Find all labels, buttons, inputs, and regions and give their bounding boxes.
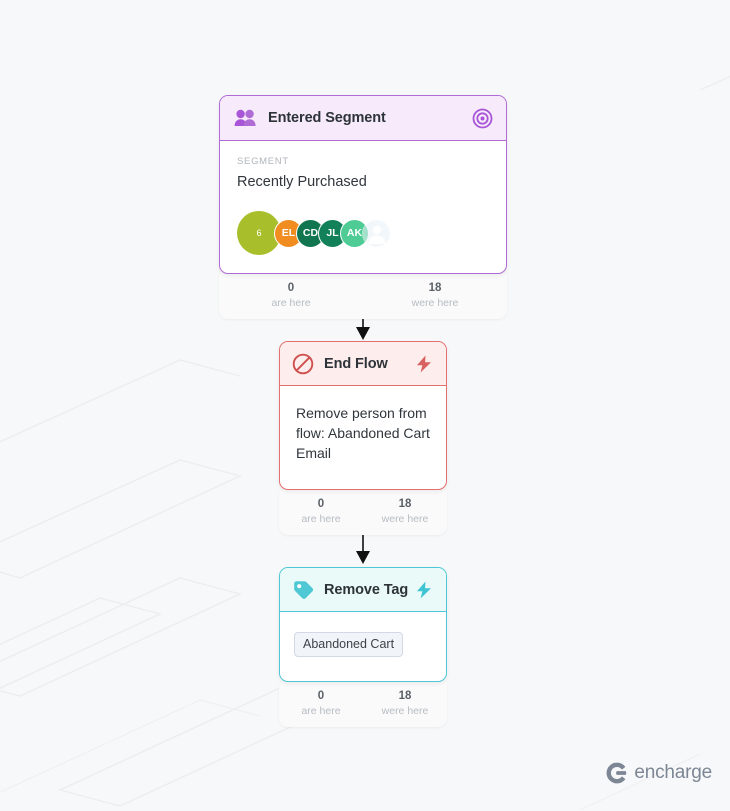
avatar-initials: JL bbox=[326, 227, 339, 239]
lightning-bolt-icon[interactable] bbox=[413, 579, 435, 601]
node-entered-segment[interactable]: Entered Segment SEGMENT Recently Purchas… bbox=[219, 95, 507, 319]
stat-label: are here bbox=[301, 705, 341, 717]
lightning-bolt-icon[interactable] bbox=[413, 353, 435, 375]
entered-segment-body: SEGMENT Recently Purchased 6 EL CD JL AK bbox=[220, 141, 506, 273]
stat-are-here: 0 are here bbox=[219, 274, 363, 319]
node-remove-tag[interactable]: Remove Tag Abandoned Cart 0 are here 18 … bbox=[279, 567, 447, 727]
stat-label: are here bbox=[271, 297, 311, 309]
end-flow-body: Remove person from flow: Abandoned Cart … bbox=[280, 386, 446, 489]
entered-segment-card[interactable]: Entered Segment SEGMENT Recently Purchas… bbox=[219, 95, 507, 274]
avatar-initials: 6 bbox=[256, 228, 262, 238]
encharge-wordmark: encharge bbox=[634, 762, 712, 783]
segment-field-value: Recently Purchased bbox=[237, 174, 367, 190]
tag-icon bbox=[291, 578, 315, 602]
stat-label: were here bbox=[411, 297, 459, 309]
no-entry-icon bbox=[291, 352, 315, 376]
remove-tag-body: Abandoned Cart bbox=[280, 612, 446, 681]
remove-tag-title: Remove Tag bbox=[324, 581, 409, 598]
avatar-placeholder[interactable] bbox=[362, 218, 391, 248]
entered-segment-header: Entered Segment bbox=[220, 96, 506, 141]
stat-were-here: 18 were here bbox=[363, 274, 507, 319]
people-group-icon bbox=[233, 106, 257, 130]
end-flow-description: Remove person from flow: Abandoned Cart … bbox=[296, 405, 430, 461]
avatar-initials: AK bbox=[346, 227, 363, 239]
stat-label: were here bbox=[381, 513, 429, 525]
stat-value: 0 bbox=[317, 498, 325, 510]
default-avatar-icon bbox=[364, 220, 389, 246]
stat-are-here: 0 are here bbox=[279, 490, 363, 535]
end-flow-header: End Flow bbox=[280, 342, 446, 386]
end-flow-stats: 0 are here 18 were here bbox=[279, 490, 447, 535]
stat-value: 18 bbox=[398, 498, 412, 510]
avatar-initials: CD bbox=[302, 227, 319, 239]
encharge-logo: encharge bbox=[605, 761, 712, 785]
remove-tag-stats: 0 are here 18 were here bbox=[279, 682, 447, 727]
stat-label: were here bbox=[381, 705, 429, 717]
encharge-c-mark-icon bbox=[605, 761, 629, 785]
tag-chip[interactable]: Abandoned Cart bbox=[294, 632, 404, 657]
stat-value: 18 bbox=[428, 282, 442, 294]
end-flow-title: End Flow bbox=[324, 355, 388, 372]
remove-tag-header: Remove Tag bbox=[280, 568, 446, 612]
segment-field-label: SEGMENT bbox=[237, 156, 289, 167]
entered-segment-stats: 0 are here 18 were here bbox=[219, 274, 507, 319]
avatar-initials: EL bbox=[281, 227, 296, 239]
stat-value: 18 bbox=[398, 690, 412, 702]
stat-label: are here bbox=[301, 513, 341, 525]
flow-canvas: Entered Segment SEGMENT Recently Purchas… bbox=[0, 0, 730, 811]
stat-are-here: 0 are here bbox=[279, 682, 363, 727]
remove-tag-card[interactable]: Remove Tag Abandoned Cart bbox=[279, 567, 447, 682]
stat-were-here: 18 were here bbox=[363, 490, 447, 535]
target-goal-icon[interactable] bbox=[471, 107, 493, 129]
stat-were-here: 18 were here bbox=[363, 682, 447, 727]
end-flow-card[interactable]: End Flow Remove person from flow: Abando… bbox=[279, 341, 447, 490]
entered-segment-title: Entered Segment bbox=[268, 110, 386, 126]
connector-end-flow-to-remove-tag bbox=[356, 530, 370, 564]
segment-member-avatars[interactable]: 6 EL CD JL AK bbox=[237, 211, 489, 255]
node-end-flow[interactable]: End Flow Remove person from flow: Abando… bbox=[279, 341, 447, 535]
stat-value: 0 bbox=[287, 282, 295, 294]
stat-value: 0 bbox=[317, 690, 325, 702]
